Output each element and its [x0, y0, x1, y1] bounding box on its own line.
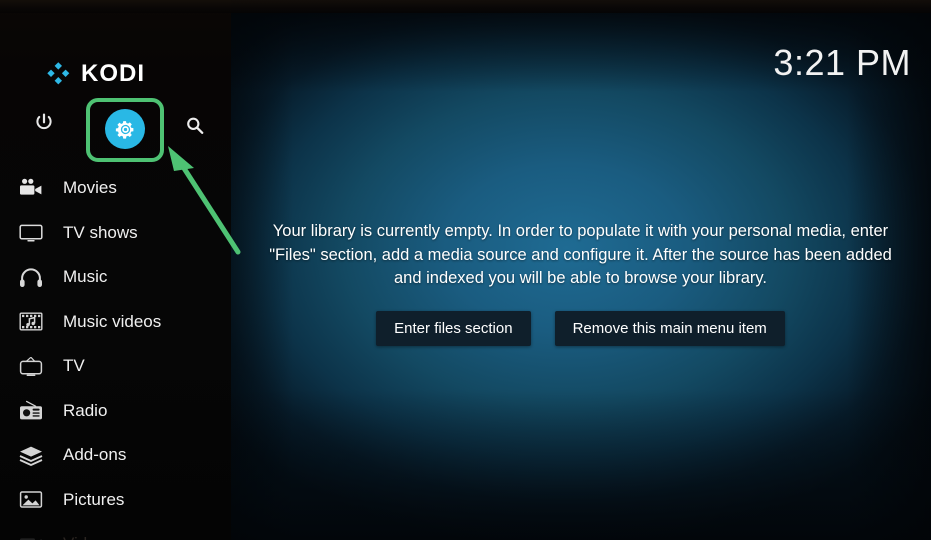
power-icon	[33, 112, 59, 134]
top-action-row	[0, 98, 231, 160]
sidebar-item-tv[interactable]: TV	[0, 344, 231, 389]
tv-monitor-icon	[19, 220, 47, 246]
sidebar-item-label: Pictures	[63, 489, 125, 509]
kodi-logo-icon	[46, 61, 72, 87]
search-button[interactable]	[183, 114, 209, 140]
sidebar-item-label: Movies	[63, 178, 117, 198]
retro-tv-icon	[19, 353, 47, 379]
kodi-wordmark: KODI	[81, 60, 145, 87]
empty-library-message: Your library is currently empty. In orde…	[269, 222, 892, 288]
sidebar-item-music[interactable]: Music	[0, 255, 231, 300]
sidebar-item-add-ons[interactable]: Add-ons	[0, 433, 231, 478]
power-button[interactable]	[33, 112, 59, 138]
search-icon	[183, 114, 209, 138]
video-icon	[19, 531, 47, 540]
sidebar-item-music-videos[interactable]: Music videos	[0, 300, 231, 345]
sidebar-item-label: Music videos	[63, 311, 162, 331]
headphones-icon	[19, 264, 47, 290]
kodi-home-screen: 3:21 PM KODI Movies TV shows Music Music…	[0, 0, 931, 540]
radio-icon	[19, 398, 47, 424]
layers-icon	[19, 442, 47, 468]
sidebar-item-radio[interactable]: Radio	[0, 389, 231, 434]
settings-button[interactable]	[88, 99, 162, 159]
main-content: Your library is currently empty. In orde…	[230, 0, 931, 540]
gear-icon	[105, 109, 145, 149]
kodi-logo: KODI	[46, 60, 145, 88]
dialog-button-row: Enter files section Remove this main men…	[376, 310, 785, 346]
enter-files-section-button[interactable]: Enter files section	[376, 310, 531, 346]
sidebar-item-label: TV shows	[63, 222, 138, 242]
sidebar-item-label: Music	[63, 267, 108, 287]
sidebar-menu: Movies TV shows Music Music videos TV Ra…	[0, 166, 231, 540]
film-music-icon	[19, 309, 47, 335]
sidebar-item-pictures[interactable]: Pictures	[0, 478, 231, 523]
sidebar-item-label: Add-ons	[63, 445, 127, 465]
sidebar-item-label: Radio	[63, 400, 108, 420]
sidebar-item-label: TV	[63, 356, 85, 376]
picture-icon	[19, 487, 47, 513]
sidebar-item-label: Videos	[63, 534, 115, 540]
movie-camera-icon	[19, 175, 47, 201]
sidebar-item-movies[interactable]: Movies	[0, 166, 231, 211]
remove-main-menu-item-button[interactable]: Remove this main menu item	[554, 310, 785, 346]
sidebar-item-videos[interactable]: Videos	[0, 522, 231, 540]
sidebar-item-tv-shows[interactable]: TV shows	[0, 211, 231, 256]
